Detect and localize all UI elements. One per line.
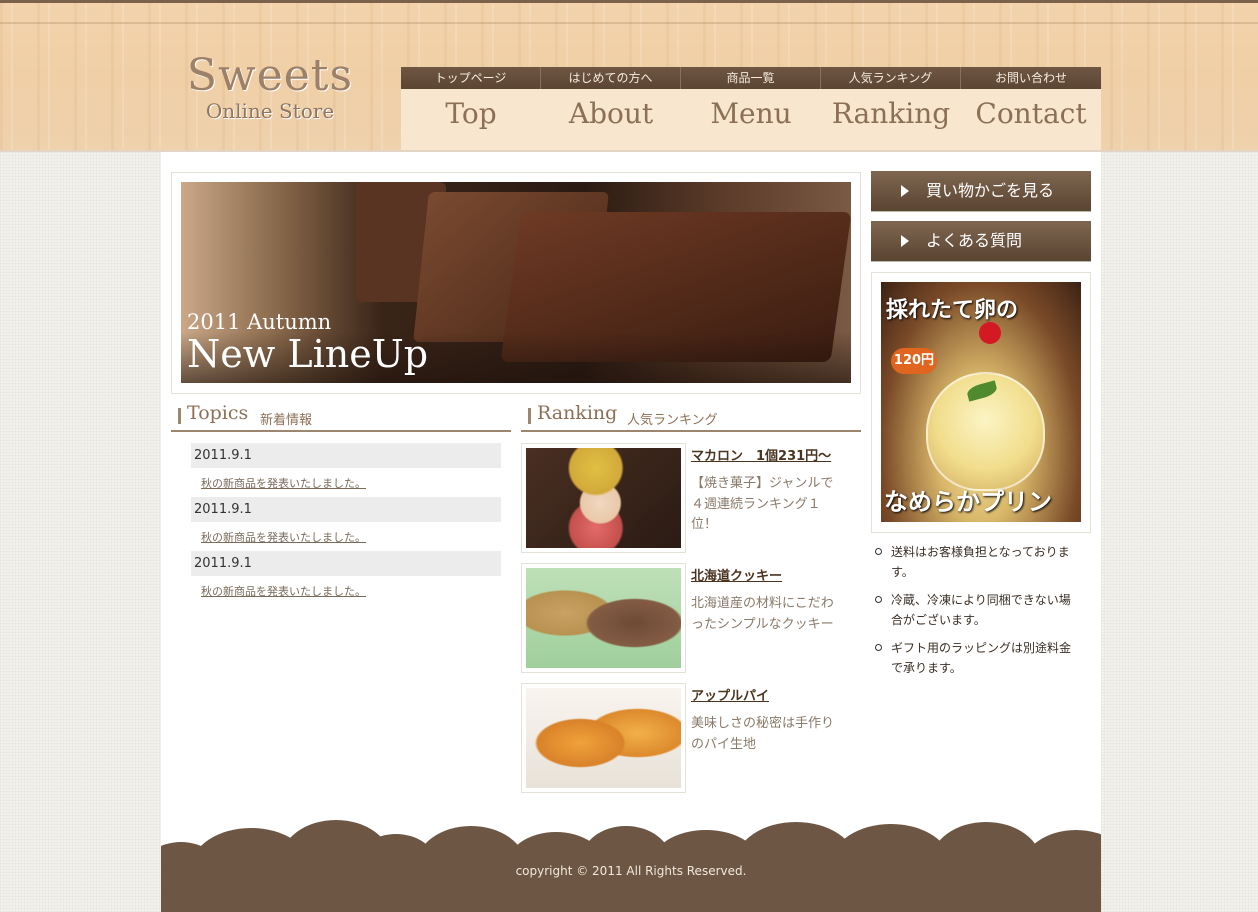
banner-product: なめらかプリン [884,488,1052,516]
nav-item-menu[interactable]: 商品一覧 Menu [681,67,821,150]
topics-title-en: Topics [187,402,249,424]
play-arrow-icon [901,185,909,197]
global-nav: トップページ Top はじめての方へ About 商品一覧 Menu 人気ランキ… [401,67,1101,150]
topics-heading: Topics 新着情報 [171,402,511,432]
banner-headline: 採れたて卵の [886,298,1019,323]
ranking-heading: Ranking 人気ランキング [521,402,861,432]
apple-pie-photo [526,688,681,788]
copyright-text: copyright © 2011 All Rights Reserved. [515,864,747,878]
nav-en-label: About [568,97,654,130]
macaron-photo [526,448,681,548]
play-arrow-icon [901,235,909,247]
nav-jp-label: 人気ランキング [821,67,961,89]
logo-subtitle: Online Store [205,99,335,123]
nav-en-label: Menu [710,97,792,130]
note-item: ギフト用のラッピングは別途料金で承ります。 [875,639,1080,678]
footer: copyright © 2011 All Rights Reserved. [161,820,1101,912]
rank-item-title[interactable]: アップルパイ [691,685,769,704]
note-item: 冷蔵、冷凍により同梱できない場合がございます。 [875,591,1080,630]
view-cart-button[interactable]: 買い物かごを見る [871,171,1091,211]
hero-season: 2011 Autumn [187,310,332,334]
pudding-banner[interactable]: 採れたて卵の 120円 なめらかプリン [881,282,1081,522]
header-top-line [0,0,1258,3]
hero-banner[interactable]: 2011 Autumn New LineUp [181,182,851,383]
nav-item-about[interactable]: はじめての方へ About [541,67,681,150]
cookie-photo [526,568,681,668]
nav-item-contact[interactable]: お問い合わせ Contact [961,67,1101,150]
nav-en-label: Contact [975,97,1087,130]
nav-en-label: Top [445,97,497,130]
heading-marker [178,408,181,424]
rank-item-desc: 北海道産の材料にこだわったシンプルなクッキー [691,596,834,632]
header-divider [0,22,1258,24]
topic-link[interactable]: 秋の新商品を発表いたしました。 [201,583,366,599]
topic-link[interactable]: 秋の新商品を発表いたしました。 [201,529,366,545]
button-label: よくある質問 [926,231,1023,250]
nav-jp-label: 商品一覧 [681,67,821,89]
topic-date: 2011.9.1 [191,497,501,522]
topic-date: 2011.9.1 [191,443,501,468]
rank-item-title[interactable]: マカロン 1個231円〜 [691,445,831,464]
note-item: 送料はお客様負担となっております。 [875,543,1080,582]
site-logo[interactable]: Sweets Online Store [180,50,360,123]
cherry-decoration [979,322,1001,344]
faq-button[interactable]: よくある質問 [871,221,1091,261]
shipping-notes: 送料はお客様負担となっております。 冷蔵、冷凍により同梱できない場合がございます… [875,543,1080,687]
ranking-title-jp: 人気ランキング [627,413,718,428]
ranking-title-en: Ranking [537,402,618,424]
topic-date: 2011.9.1 [191,551,501,576]
rank-item-title[interactable]: 北海道クッキー [691,565,782,584]
price-badge: 120円 [891,348,937,374]
macaron-image[interactable] [521,443,686,553]
button-label: 買い物かごを見る [926,181,1055,200]
rank-item-desc: 【焼き菓子】ジャンルで４週連続ランキング１位！ [691,476,834,532]
nav-item-top[interactable]: トップページ Top [401,67,541,150]
heading-marker [528,408,531,424]
topics-title-jp: 新着情報 [260,413,313,428]
nav-en-label: Ranking [831,97,951,130]
nav-jp-label: はじめての方へ [541,67,681,89]
nav-item-ranking[interactable]: 人気ランキング Ranking [821,67,961,150]
nav-jp-label: トップページ [401,67,541,89]
apple-pie-image[interactable] [521,683,686,793]
logo-title: Sweets [186,50,354,101]
topic-link[interactable]: 秋の新商品を発表いたしました。 [201,475,366,491]
nav-jp-label: お問い合わせ [961,67,1101,89]
cookie-image[interactable] [521,563,686,673]
rank-item-desc: 美味しさの秘密は手作りのパイ生地 [691,716,835,752]
hero-title: New LineUp [187,332,429,376]
